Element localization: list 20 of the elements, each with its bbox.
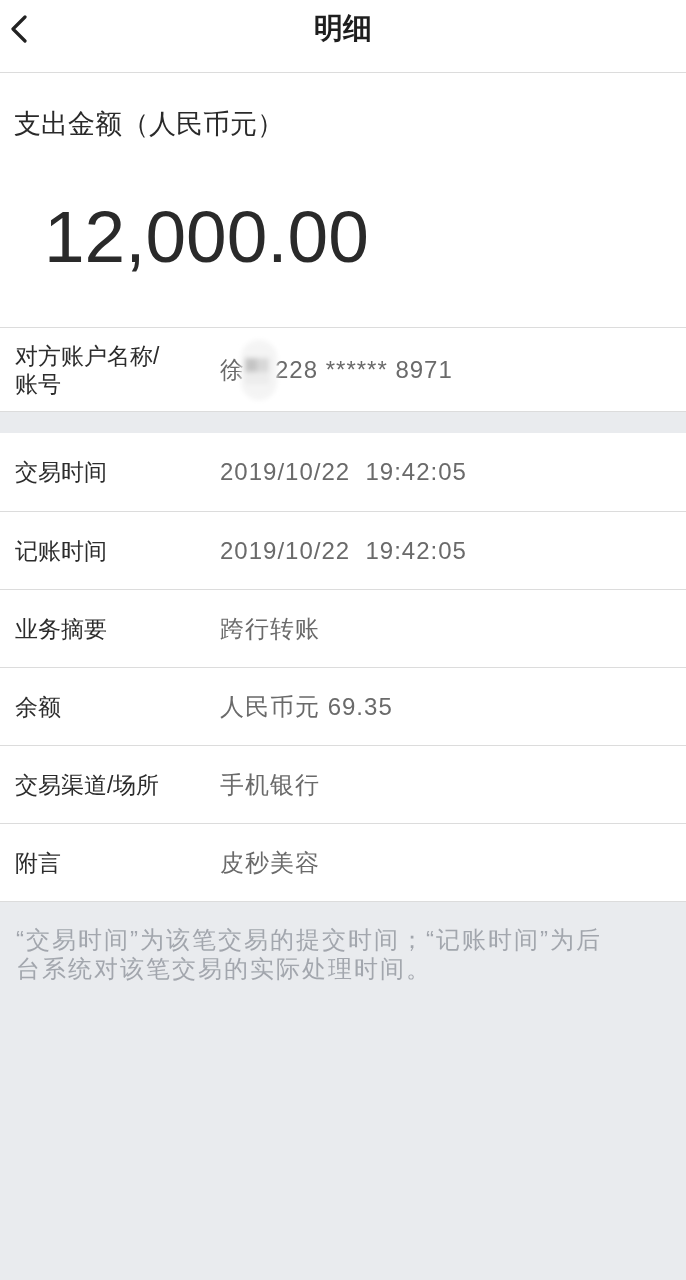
account-number: 228 ****** 8971	[275, 354, 453, 385]
field-label: 业务摘要	[15, 614, 107, 643]
amount-value: 12,000.00	[44, 197, 369, 277]
field-value: 手机银行	[220, 769, 320, 800]
field-value: 跨行转账	[220, 613, 320, 644]
field-label: 对方账户名称/账号	[15, 341, 161, 398]
amount-label: 支出金额（人民币元）	[14, 108, 284, 141]
field-label: 余额	[15, 692, 61, 721]
field-label: 附言	[15, 848, 61, 877]
field-value: 2019/10/22 19:42:05	[220, 535, 467, 566]
field-value: 人民币元 69.35	[220, 691, 393, 722]
field-label: 交易渠道/场所	[15, 770, 160, 799]
page-title: 明细	[313, 11, 373, 46]
field-value: 2019/10/22 19:42:05	[220, 457, 467, 487]
field-value: 皮秒美容	[220, 847, 320, 878]
field-label: 交易时间	[15, 458, 107, 486]
footnote-text: “交易时间”为该笔交易的提交时间；“记账时间”为后台系统对该笔交易的实际处理时间。	[15, 925, 603, 983]
field-label: 记账时间	[15, 536, 107, 565]
account-name: 徐	[220, 354, 245, 385]
back-icon[interactable]	[10, 15, 28, 43]
